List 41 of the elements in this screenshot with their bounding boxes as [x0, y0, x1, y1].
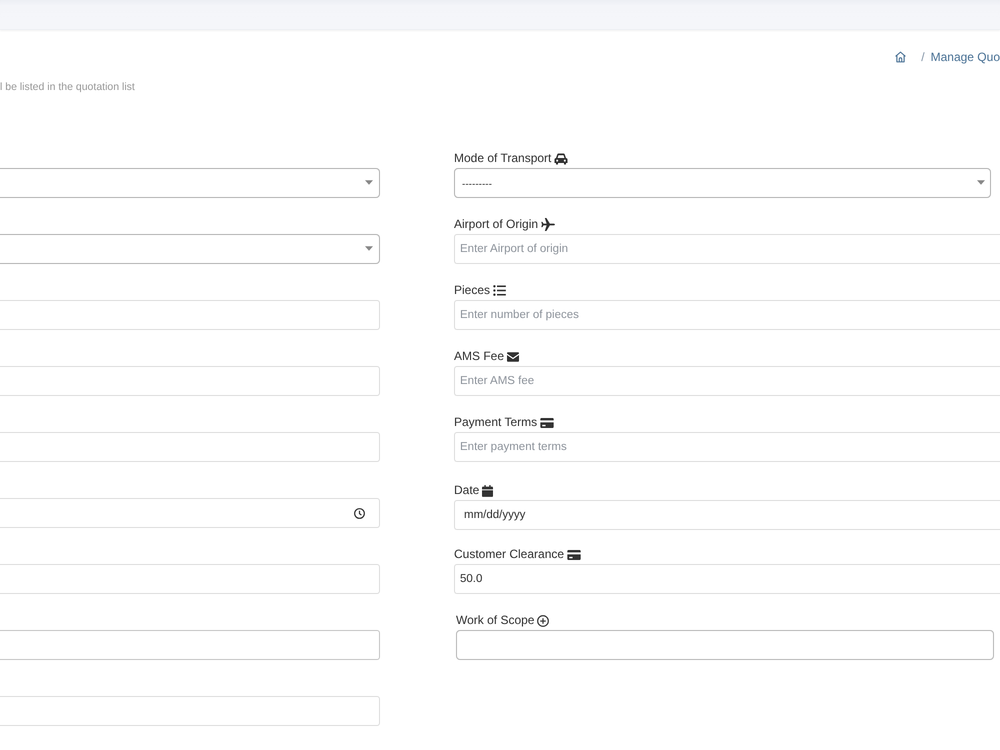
time-field[interactable]	[0, 498, 380, 528]
field-label: Work of Scope	[456, 613, 534, 628]
breadcrumb-link[interactable]: Manage Quo	[930, 49, 1000, 65]
date-field[interactable]: mm/dd/yyyy	[454, 500, 1000, 530]
breadcrumb-separator: /	[921, 49, 925, 65]
input-field[interactable]: Enter payment terms	[454, 432, 1000, 462]
calendar-icon	[482, 484, 494, 496]
input-field[interactable]: Enter AMS fee	[454, 366, 1000, 396]
car-icon	[554, 152, 568, 164]
credit-card-icon	[567, 550, 582, 560]
field-label: Pieces	[454, 283, 490, 298]
input-field[interactable]	[0, 432, 380, 462]
input-field[interactable]: 50.0	[454, 564, 1000, 594]
caret-icon	[365, 246, 373, 250]
envelope-icon	[507, 352, 520, 362]
field-label: Mode of Transport	[454, 151, 552, 166]
select-field[interactable]	[0, 234, 380, 264]
input-field[interactable]	[0, 300, 380, 330]
field-label: Customer Clearance	[454, 547, 564, 562]
text-area[interactable]	[456, 630, 994, 660]
select-field[interactable]: ---------	[454, 168, 991, 198]
input-field[interactable]	[0, 696, 380, 726]
caret-icon	[977, 180, 985, 184]
list-icon	[493, 285, 506, 296]
plane-icon	[541, 218, 556, 231]
plus-circle-icon	[537, 614, 550, 626]
field-label: Payment Terms	[454, 415, 538, 430]
field-label: Airport of Origin	[454, 217, 538, 232]
home-icon[interactable]	[895, 51, 906, 63]
clock-icon	[354, 508, 365, 518]
caret-icon	[365, 180, 373, 184]
text-area[interactable]	[0, 630, 380, 660]
credit-card-icon	[540, 418, 554, 428]
field-label: Date	[454, 483, 480, 498]
input-field[interactable]	[0, 564, 380, 594]
input-field[interactable]: Enter number of pieces	[454, 300, 1000, 330]
page-subtitle: l be listed in the quotation list	[0, 80, 135, 94]
select-field[interactable]	[0, 168, 380, 198]
input-field[interactable]	[0, 366, 380, 396]
input-field[interactable]: Enter Airport of origin	[454, 234, 1000, 264]
field-label: AMS Fee	[454, 349, 504, 364]
